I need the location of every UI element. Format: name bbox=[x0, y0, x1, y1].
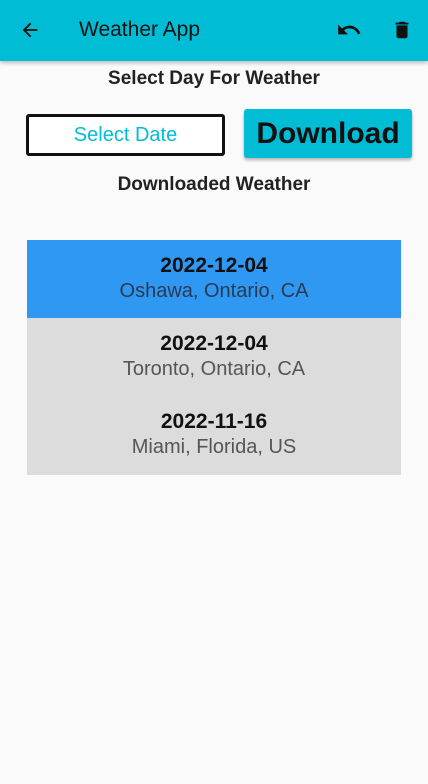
app-title: Weather App bbox=[79, 18, 201, 41]
list-item[interactable]: 2022-12-04 Oshawa, Ontario, CA bbox=[27, 240, 401, 318]
downloaded-weather-list: 2022-12-04 Oshawa, Ontario, CA 2022-12-0… bbox=[27, 240, 401, 475]
app-bar: Weather App bbox=[0, 0, 428, 61]
list-item-location: Miami, Florida, US bbox=[131, 436, 297, 458]
download-button[interactable]: Download bbox=[244, 109, 412, 158]
select-date-button[interactable]: Select Date bbox=[26, 114, 225, 156]
back-button[interactable] bbox=[16, 16, 44, 44]
undo-icon bbox=[338, 24, 361, 35]
select-day-heading: Select Day For Weather bbox=[108, 68, 320, 89]
list-item-location: Toronto, Ontario, CA bbox=[122, 358, 306, 380]
list-item-date: 2022-12-04 bbox=[160, 254, 268, 277]
undo-button[interactable] bbox=[335, 16, 363, 44]
list-item[interactable]: 2022-12-04 Toronto, Ontario, CA bbox=[27, 318, 401, 396]
list-item-date: 2022-12-04 bbox=[160, 332, 268, 355]
downloaded-weather-heading: Downloaded Weather bbox=[117, 174, 311, 195]
delete-button[interactable] bbox=[388, 16, 416, 44]
list-item-date: 2022-11-16 bbox=[160, 410, 268, 433]
trash-icon bbox=[395, 21, 409, 39]
list-item[interactable]: 2022-11-16 Miami, Florida, US bbox=[27, 396, 401, 474]
arrow-left-icon bbox=[22, 22, 38, 38]
list-item-location: Oshawa, Ontario, CA bbox=[119, 280, 309, 302]
